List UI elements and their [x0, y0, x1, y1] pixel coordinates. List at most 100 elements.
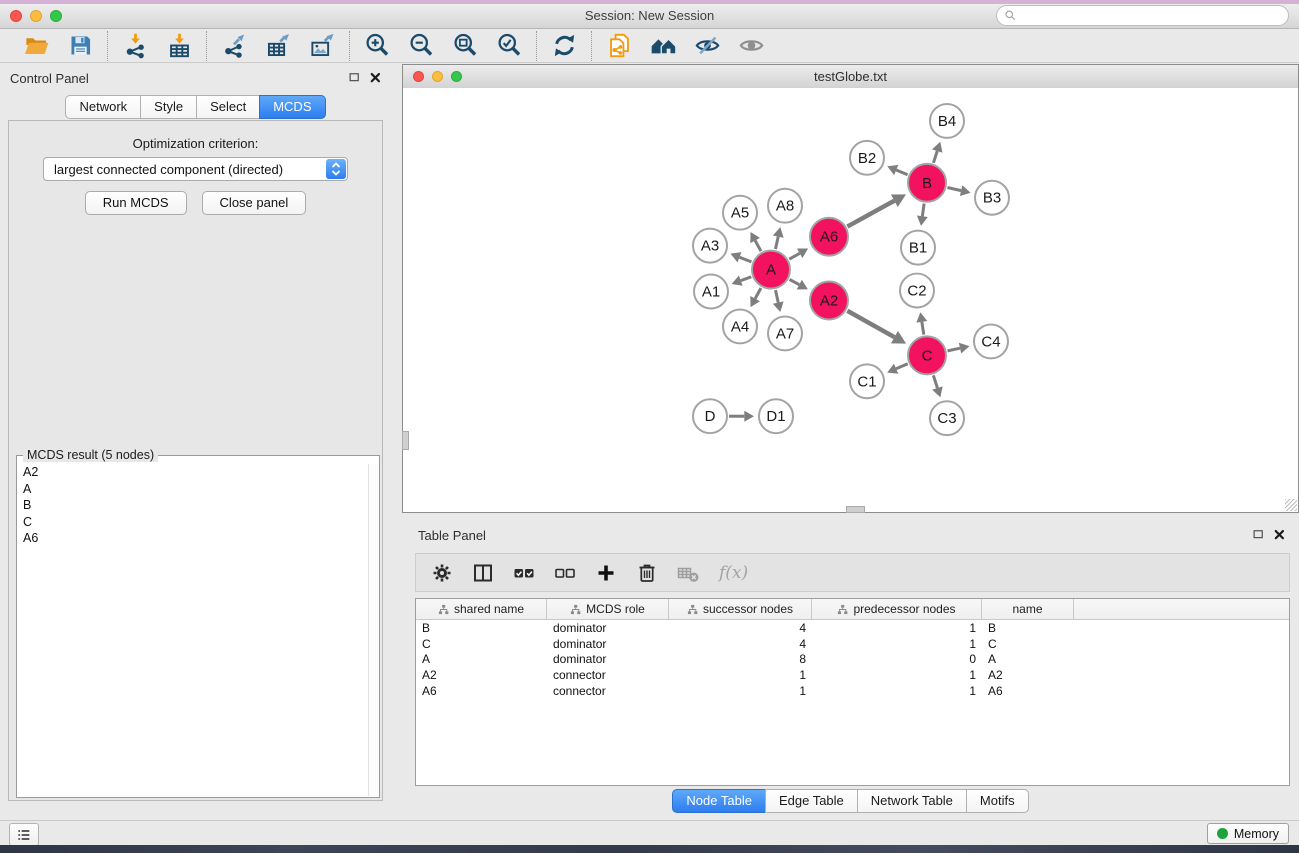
- graph-node-A[interactable]: A: [752, 251, 790, 289]
- graph-node-A7[interactable]: A7: [768, 316, 802, 350]
- export-table-icon[interactable]: [265, 32, 292, 59]
- graph-node-A4[interactable]: A4: [723, 309, 757, 343]
- edge-C-C2[interactable]: [916, 312, 927, 334]
- clone-network-icon[interactable]: [606, 32, 633, 59]
- export-image-icon[interactable]: [309, 32, 336, 59]
- hide-selected-icon[interactable]: [694, 32, 721, 59]
- table-cell[interactable]: 1: [812, 621, 982, 635]
- edge-C-C3[interactable]: [932, 375, 942, 397]
- table-cell[interactable]: A6: [982, 684, 1074, 698]
- close-panel-icon[interactable]: [1272, 527, 1287, 542]
- select-all-icon[interactable]: [512, 561, 536, 585]
- table-row[interactable]: Bdominator41B: [416, 620, 1289, 636]
- table-cell[interactable]: dominator: [547, 621, 669, 635]
- result-item[interactable]: B: [18, 497, 368, 514]
- graph-node-C4[interactable]: C4: [974, 324, 1008, 358]
- graph-node-D1[interactable]: D1: [759, 399, 793, 433]
- tab-network[interactable]: Network: [65, 95, 141, 119]
- edge-A-A6[interactable]: [789, 248, 808, 259]
- table-row[interactable]: Adominator80A: [416, 651, 1289, 667]
- column-header-successor-nodes[interactable]: successor nodes: [669, 599, 812, 619]
- table-cell[interactable]: 4: [669, 637, 812, 651]
- edge-A-A2[interactable]: [790, 279, 808, 289]
- column-header-MCDS-role[interactable]: MCDS role: [547, 599, 669, 619]
- graph-node-A5[interactable]: A5: [723, 196, 757, 230]
- table-cell[interactable]: A: [416, 652, 547, 666]
- result-item[interactable]: C: [18, 514, 368, 531]
- edge-A-A7[interactable]: [773, 290, 784, 312]
- float-panel-icon[interactable]: [1251, 527, 1266, 542]
- table-cell[interactable]: 1: [812, 668, 982, 682]
- settings-icon[interactable]: [430, 561, 454, 585]
- table-cell[interactable]: connector: [547, 668, 669, 682]
- task-list-button[interactable]: [9, 823, 39, 846]
- import-network-icon[interactable]: [122, 32, 149, 59]
- tab-mcds[interactable]: MCDS: [259, 95, 325, 119]
- run-mcds-button[interactable]: Run MCDS: [85, 191, 187, 215]
- node-table[interactable]: shared nameMCDS rolesuccessor nodesprede…: [415, 598, 1290, 786]
- network-graph[interactable]: AA1A2A3A4A5A6A7A8BB1B2B3B4CC1C2C3C4DD1: [403, 88, 1298, 512]
- table-cell[interactable]: 1: [812, 637, 982, 651]
- zoom-in-icon[interactable]: [364, 32, 391, 59]
- criterion-dropdown[interactable]: largest connected component (directed): [43, 157, 348, 181]
- tab-network-table[interactable]: Network Table: [857, 789, 967, 813]
- edge-A-A1[interactable]: [732, 275, 752, 285]
- network-maximize-button[interactable]: [451, 71, 462, 82]
- resize-grip[interactable]: [1285, 499, 1297, 511]
- column-header-predecessor-nodes[interactable]: predecessor nodes: [812, 599, 982, 619]
- add-icon[interactable]: [594, 561, 618, 585]
- table-row[interactable]: A2connector11A2: [416, 667, 1289, 683]
- table-cell[interactable]: C: [416, 637, 547, 651]
- edge-A-A3[interactable]: [730, 252, 751, 262]
- tab-edge-table[interactable]: Edge Table: [765, 789, 858, 813]
- table-cell[interactable]: 0: [812, 652, 982, 666]
- search-field[interactable]: [996, 5, 1289, 26]
- table-cell[interactable]: A: [982, 652, 1074, 666]
- show-all-icon[interactable]: [738, 32, 765, 59]
- column-header-name[interactable]: name: [982, 599, 1074, 619]
- minimize-window-button[interactable]: [30, 10, 42, 22]
- table-cell[interactable]: B: [416, 621, 547, 635]
- graph-node-A2[interactable]: A2: [810, 282, 848, 320]
- graph-node-C[interactable]: C: [908, 336, 946, 374]
- result-item[interactable]: A: [18, 481, 368, 498]
- edge-D-D1[interactable]: [729, 411, 754, 422]
- table-cell[interactable]: C: [982, 637, 1074, 651]
- graph-node-C3[interactable]: C3: [930, 401, 964, 435]
- column-header-shared-name[interactable]: shared name: [416, 599, 547, 619]
- network-frame-titlebar[interactable]: testGlobe.txt: [403, 65, 1298, 89]
- bottom-splitter-handle[interactable]: [846, 506, 865, 513]
- graph-node-C2[interactable]: C2: [900, 274, 934, 308]
- table-cell[interactable]: A2: [982, 668, 1074, 682]
- network-canvas[interactable]: AA1A2A3A4A5A6A7A8BB1B2B3B4CC1C2C3C4DD1: [403, 88, 1298, 512]
- table-cell[interactable]: A2: [416, 668, 547, 682]
- close-panel-button[interactable]: Close panel: [202, 191, 307, 215]
- export-network-icon[interactable]: [221, 32, 248, 59]
- table-cell[interactable]: 4: [669, 621, 812, 635]
- edge-B-B2[interactable]: [887, 165, 907, 175]
- graph-node-A8[interactable]: A8: [768, 189, 802, 223]
- import-table-icon[interactable]: [166, 32, 193, 59]
- open-file-icon[interactable]: [23, 32, 50, 59]
- search-input[interactable]: [1018, 7, 1288, 25]
- edge-B-B3[interactable]: [947, 185, 970, 196]
- table-row[interactable]: Cdominator41C: [416, 636, 1289, 652]
- tab-node-table[interactable]: Node Table: [672, 789, 766, 813]
- table-cell[interactable]: 1: [669, 684, 812, 698]
- table-cell[interactable]: 8: [669, 652, 812, 666]
- graph-node-B3[interactable]: B3: [975, 181, 1009, 215]
- table-cell[interactable]: A6: [416, 684, 547, 698]
- graph-node-B1[interactable]: B1: [901, 231, 935, 265]
- close-panel-icon[interactable]: [368, 70, 383, 85]
- deselect-all-icon[interactable]: [553, 561, 577, 585]
- save-session-icon[interactable]: [67, 32, 94, 59]
- zoom-out-icon[interactable]: [408, 32, 435, 59]
- graph-node-D[interactable]: D: [693, 399, 727, 433]
- table-cell[interactable]: 1: [812, 684, 982, 698]
- result-item[interactable]: A2: [18, 464, 368, 481]
- dropdown-stepper-icon[interactable]: [326, 159, 346, 179]
- table-cell[interactable]: B: [982, 621, 1074, 635]
- edge-A2-C[interactable]: [847, 311, 906, 344]
- tab-motifs[interactable]: Motifs: [966, 789, 1029, 813]
- table-cell[interactable]: connector: [547, 684, 669, 698]
